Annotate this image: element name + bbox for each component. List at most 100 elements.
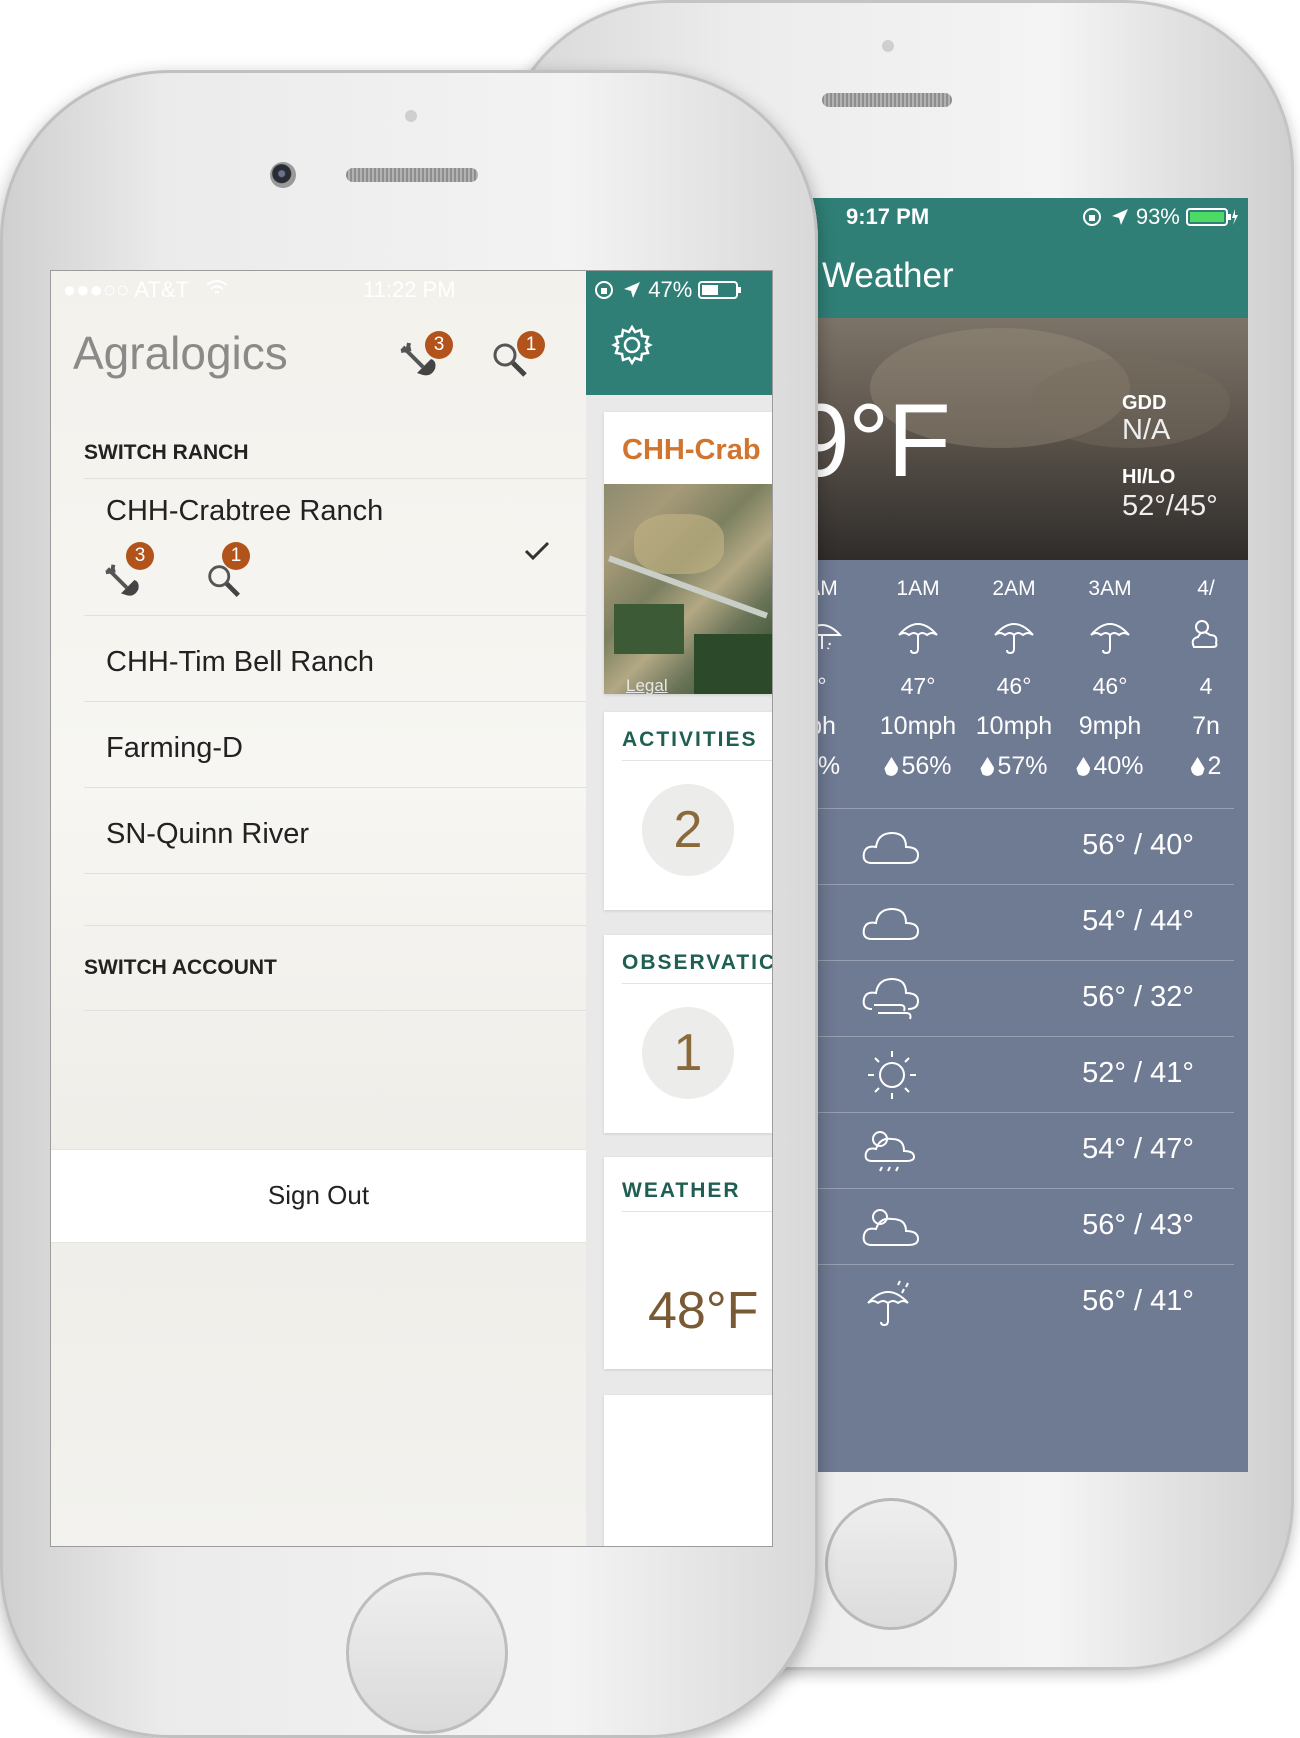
hourly-item: 1AM 47° 10mph 56% (870, 574, 966, 786)
status-time: 11:22 PM (363, 277, 456, 302)
navigation-drawer: ●●●○○ AT&T 11:22 PM Agralogics 3 1 SWITC… (51, 271, 586, 1546)
battery-percent: 93% (1135, 204, 1180, 229)
switch-ranch-label: SWITCH RANCH (84, 441, 249, 464)
front-phone-speaker (346, 168, 478, 182)
hour-precip-value: 56% (901, 752, 952, 780)
hour-time: 3AM (1088, 577, 1132, 600)
raindrop-icon (980, 757, 995, 776)
weather-card-temp: 48°F (648, 1282, 759, 1340)
current-temperature: 9°F (810, 383, 951, 499)
raindrop-icon (1076, 757, 1091, 776)
rotation-lock-icon (1082, 208, 1101, 226)
dashboard-panel: 47% CHH-Crab Legal ACTIVITIES 2 OBSERVAT… (586, 271, 772, 1546)
hour-precip-value: 2 (1207, 752, 1222, 780)
back-phone-speaker (822, 93, 952, 107)
hourly-forecast[interactable]: AM ° ph 6% 1AM 47° 10mph 56% 2AM 46° 10m… (810, 574, 1248, 804)
ranch-activities-badge: 3 (126, 542, 154, 570)
weather-screen: 9:17 PM 93% Weather 9°F GDD N/A HI/LO 52… (810, 198, 1248, 1472)
raindrop-icon (1190, 757, 1205, 776)
header-observations-button[interactable]: 1 (489, 331, 549, 381)
weather-status-bar: 9:17 PM 93% (810, 198, 1248, 234)
satellite-map[interactable]: Legal (604, 484, 772, 694)
daily-temp-range: 54° / 44° (1082, 905, 1194, 937)
ranch-name: CHH-Tim Bell Ranch (106, 646, 375, 678)
next-card[interactable] (604, 1395, 772, 1546)
ranch-card-title: CHH-Crab (622, 434, 761, 466)
gdd-value: N/A (1122, 414, 1171, 446)
ranch-name: CHH-Crabtree Ranch (106, 495, 384, 527)
hour-precip: 57% (966, 746, 1062, 786)
daily-temp-range: 56° / 41° (1082, 1285, 1194, 1317)
umbrella-icon (994, 623, 1034, 655)
header-activities-button[interactable]: 3 (397, 331, 457, 381)
daily-row: 52° / 41° (810, 1036, 1234, 1113)
divider (622, 760, 772, 761)
hour-precip: 56% (870, 746, 966, 786)
switch-account-label: SWITCH ACCOUNT (84, 956, 277, 979)
daily-row: 56° / 41° (810, 1264, 1234, 1341)
observations-card[interactable]: OBSERVATIC 1 (604, 935, 772, 1133)
ranch-name: SN-Quinn River (106, 818, 310, 850)
hour-precip: 2 (1158, 746, 1248, 786)
hour-wind: ph (810, 712, 836, 740)
umbrella-icon (898, 623, 938, 655)
umbrella-rain-icon (867, 1280, 909, 1327)
location-arrow-icon (1111, 209, 1128, 225)
sun-cloud-icon (862, 1209, 920, 1246)
observations-card-title: OBSERVATIC (622, 951, 772, 974)
divider (622, 1211, 772, 1212)
daily-row: 54° / 47° (810, 1112, 1234, 1189)
sign-out-label: Sign Out (267, 1180, 370, 1210)
sun-icon (868, 1051, 916, 1099)
location-arrow-icon (624, 282, 641, 298)
ranch-item-selected[interactable]: CHH-Crabtree Ranch 3 1 (84, 478, 586, 616)
ranch-observations-badge: 1 (222, 542, 250, 570)
hourly-item: 3AM 46° 9mph 40% (1062, 574, 1158, 786)
hour-precip: 40% (1062, 746, 1158, 786)
drawer-status-bar: ●●●○○ AT&T 11:22 PM (51, 271, 586, 307)
hourly-item: 2AM 46° 10mph 57% (966, 574, 1062, 786)
hour-temp: ° (817, 673, 827, 699)
weather-header: Weather (810, 234, 1248, 318)
hour-wind: 7n (1192, 712, 1220, 740)
ranch-map-card[interactable]: CHH-Crab Legal (604, 412, 772, 694)
activities-card[interactable]: ACTIVITIES 2 (604, 712, 772, 910)
hour-wind: 10mph (975, 712, 1053, 740)
ranch-item[interactable]: SN-Quinn River (84, 787, 586, 874)
rotation-lock-icon (595, 281, 613, 299)
map-legal-link[interactable]: Legal (626, 676, 668, 694)
daily-temp-range: 56° / 32° (1082, 981, 1194, 1013)
daily-temp-range: 56° / 40° (1082, 829, 1194, 861)
wind-cloud-icon (862, 977, 920, 1020)
gear-icon[interactable] (610, 323, 654, 367)
status-carrier: ●●●○○ AT&T (63, 277, 189, 302)
hour-precip-value: 57% (997, 752, 1048, 780)
cloud-icon (862, 831, 920, 864)
hour-precip-value: 40% (1093, 752, 1144, 780)
battery-icon (698, 281, 742, 299)
checkmark-icon (524, 541, 550, 561)
hour-precip: 6% (810, 746, 870, 786)
daily-row: 54° / 44° (810, 884, 1234, 961)
activities-card-title: ACTIVITIES (622, 728, 758, 751)
battery-charging-icon (1186, 208, 1238, 226)
ranch-item[interactable]: Farming-D (84, 701, 586, 788)
daily-temp-range: 52° / 41° (1082, 1057, 1194, 1089)
observations-count: 1 (642, 1007, 734, 1099)
sun-cloud-icon (1191, 620, 1218, 648)
app-screen: ●●●○○ AT&T 11:22 PM Agralogics 3 1 SWITC… (50, 270, 773, 1547)
weather-card[interactable]: WEATHER 48°F (604, 1157, 772, 1369)
ranch-item[interactable]: CHH-Tim Bell Ranch (84, 615, 586, 702)
hour-temp: 46° (1092, 673, 1128, 699)
hour-temp: 4 (1199, 673, 1213, 699)
status-time: 9:17 PM (846, 204, 930, 229)
daily-row: 56° / 40° (810, 808, 1234, 885)
back-home-button[interactable] (825, 1498, 957, 1630)
hour-time: 1AM (896, 577, 940, 600)
hilo-value: 52°/45° (1122, 490, 1218, 522)
sign-out-button[interactable]: Sign Out (51, 1149, 586, 1243)
activities-badge: 3 (425, 331, 453, 359)
app-title: Agralogics (73, 327, 288, 379)
cloud-icon (862, 907, 920, 940)
front-home-button[interactable] (346, 1572, 508, 1734)
